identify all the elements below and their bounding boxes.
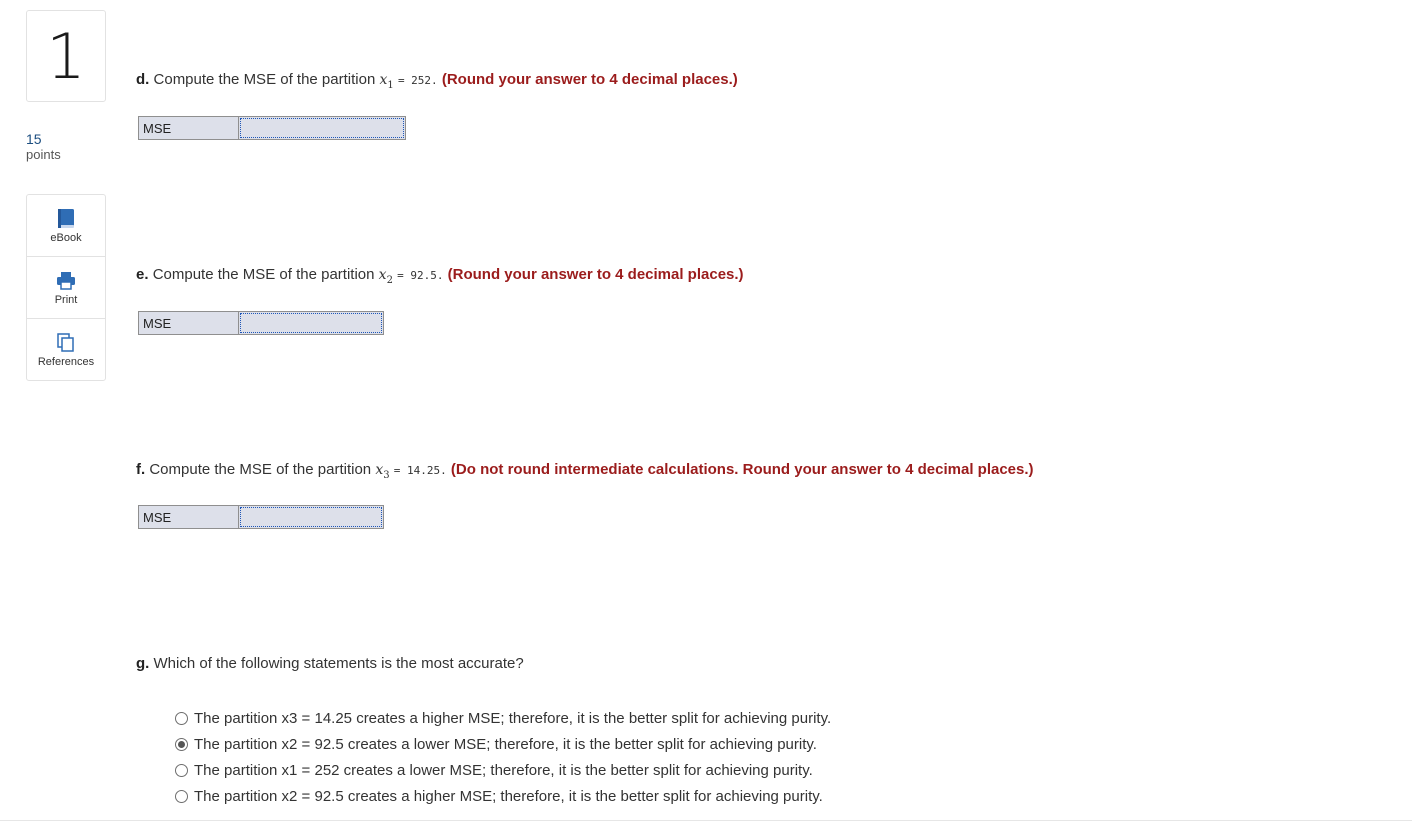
part-d-instruction: (Round your answer to 4 decimal places.) — [441, 71, 738, 88]
part-d-value: = 252. — [397, 74, 438, 87]
part-d-answer-row: MSE — [138, 116, 406, 140]
part-d-letter: d. — [136, 71, 150, 88]
points-value: 15 — [26, 131, 42, 147]
part-g-prompt: g. Which of the following statements is … — [136, 655, 524, 672]
divider — [0, 820, 1412, 821]
copy-pages-icon — [57, 332, 75, 354]
ebook-label: eBook — [50, 231, 82, 244]
part-f-instruction: (Do not round intermediate calculations.… — [450, 461, 1034, 478]
points-label: points — [26, 147, 61, 162]
option-label: The partition x2 = 92.5 creates a lower … — [194, 735, 817, 753]
part-g-options: The partition x3 = 14.25 creates a highe… — [175, 705, 831, 809]
option-label: The partition x2 = 92.5 creates a higher… — [194, 787, 823, 805]
part-d-variable: x1 — [379, 72, 394, 91]
radio-button[interactable] — [175, 763, 188, 777]
radio-button[interactable] — [175, 789, 188, 803]
tools-panel: eBook Print References — [26, 194, 106, 381]
references-button[interactable]: References — [27, 319, 105, 380]
part-f-text: Compute the MSE of the partition — [149, 461, 372, 478]
part-d-mse-input[interactable] — [238, 116, 406, 140]
part-e-value: = 92.5. — [397, 269, 444, 282]
ebook-button[interactable]: eBook — [27, 195, 105, 257]
option-label: The partition x3 = 14.25 creates a highe… — [194, 709, 832, 727]
option-4[interactable]: The partition x2 = 92.5 creates a higher… — [175, 783, 831, 809]
part-d-text: Compute the MSE of the partition — [153, 71, 376, 88]
option-label: The partition x1 = 252 creates a lower M… — [194, 761, 813, 779]
part-f-variable: x3 — [375, 462, 390, 481]
part-e-answer-row: MSE — [138, 311, 384, 335]
radio-button[interactable] — [175, 711, 188, 725]
print-button[interactable]: Print — [27, 257, 105, 319]
option-3[interactable]: The partition x1 = 252 creates a lower M… — [175, 757, 831, 783]
radio-button[interactable] — [175, 737, 188, 751]
part-f-mse-input[interactable] — [238, 505, 384, 529]
part-f-letter: f. — [136, 461, 146, 478]
part-e-prompt: e. Compute the MSE of the partition x2 =… — [136, 266, 744, 286]
part-e-mse-label: MSE — [138, 311, 238, 335]
part-f-prompt: f. Compute the MSE of the partition x3 =… — [136, 461, 1034, 481]
part-g-text: Which of the following statements is the… — [153, 655, 524, 672]
book-icon — [57, 208, 75, 230]
option-1[interactable]: The partition x3 = 14.25 creates a highe… — [175, 705, 831, 731]
points-indicator: 15 points — [26, 131, 61, 163]
part-e-letter: e. — [136, 266, 149, 283]
references-label: References — [37, 355, 95, 368]
part-f-value: = 14.25. — [393, 464, 447, 477]
part-f-mse-label: MSE — [138, 505, 238, 529]
part-e-variable: x2 — [378, 267, 393, 286]
part-d-mse-label: MSE — [138, 116, 238, 140]
question-number: 1 — [26, 10, 106, 102]
part-e-instruction: (Round your answer to 4 decimal places.) — [447, 266, 744, 283]
part-e-mse-input[interactable] — [238, 311, 384, 335]
printer-icon — [56, 270, 76, 292]
print-label: Print — [54, 293, 78, 306]
part-d-prompt: d. Compute the MSE of the partition x1 =… — [136, 71, 738, 91]
part-e-text: Compute the MSE of the partition — [152, 266, 375, 283]
question-page: 1 15 points eBook Print References d. Co… — [0, 0, 1412, 822]
option-2[interactable]: The partition x2 = 92.5 creates a lower … — [175, 731, 831, 757]
part-f-answer-row: MSE — [138, 505, 384, 529]
part-g-letter: g. — [136, 655, 150, 672]
